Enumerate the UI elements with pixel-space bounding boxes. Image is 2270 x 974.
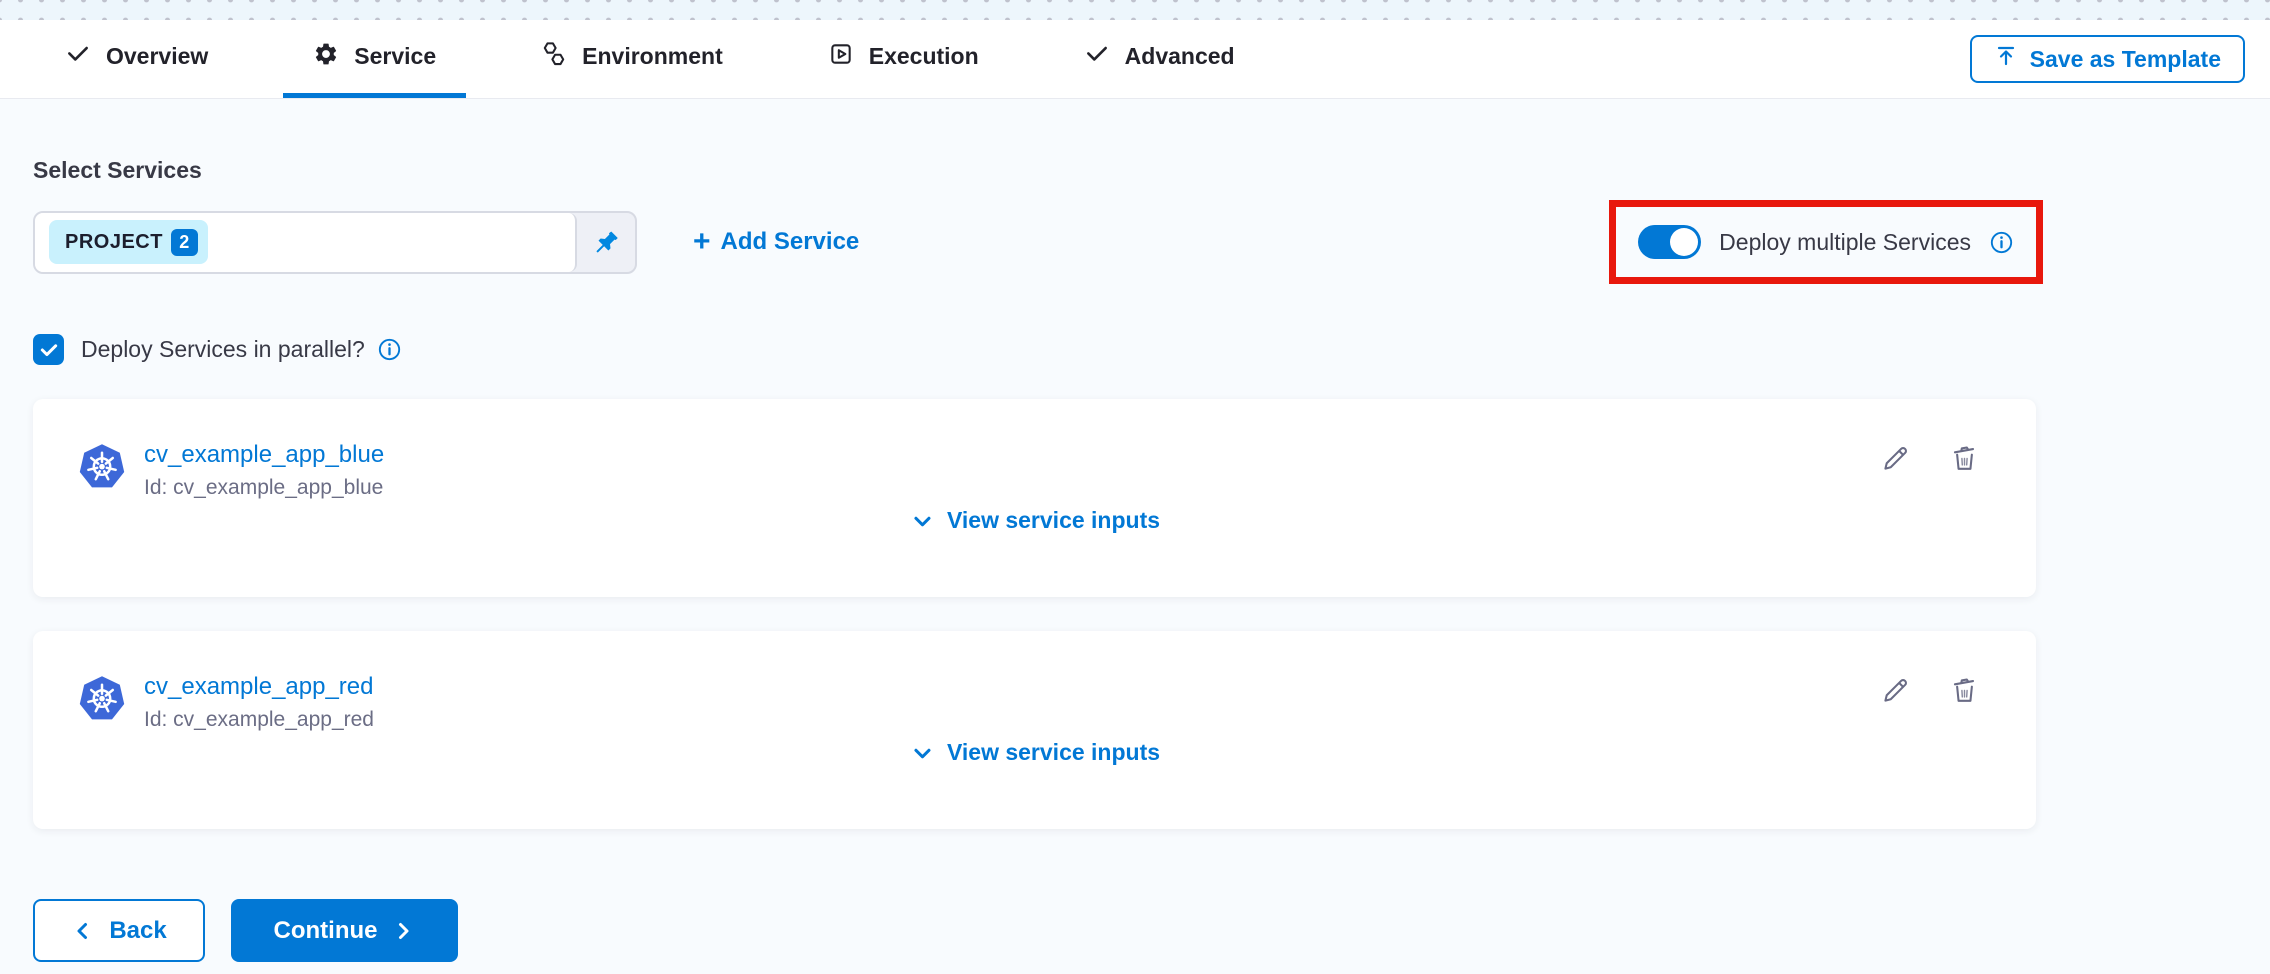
tab-overview[interactable]: Overview (35, 20, 238, 98)
view-service-inputs-expander[interactable]: View service inputs (909, 507, 1160, 534)
delete-service-button[interactable] (1949, 443, 1980, 474)
save-as-template-label: Save as Template (2030, 46, 2221, 73)
kubernetes-icon (78, 675, 126, 723)
chevron-right-icon (391, 919, 415, 943)
deploy-parallel-checkbox[interactable] (33, 334, 64, 365)
chevron-down-icon (909, 740, 935, 766)
trash-icon (1949, 443, 1980, 474)
deploy-multiple-services-toggle[interactable] (1638, 225, 1701, 259)
deploy-multiple-services-label: Deploy multiple Services (1719, 229, 1971, 256)
tab-service[interactable]: Service (283, 20, 466, 98)
service-name-link[interactable]: cv_example_app_blue (144, 441, 384, 470)
add-service-button[interactable]: + Add Service (693, 227, 859, 257)
pencil-icon (1880, 443, 1911, 474)
toggle-knob (1670, 228, 1698, 256)
view-inputs-label: View service inputs (947, 507, 1160, 534)
service-id: Id: cv_example_app_red (144, 708, 374, 732)
tag-name: PROJECT (65, 231, 163, 254)
info-icon[interactable] (1989, 230, 2014, 255)
edit-service-button[interactable] (1880, 443, 1911, 474)
edit-service-button[interactable] (1880, 675, 1911, 706)
deploy-parallel-label: Deploy Services in parallel? (81, 336, 365, 363)
project-services-tag[interactable]: PROJECT 2 (49, 220, 208, 264)
tab-environment[interactable]: Environment (511, 20, 753, 98)
play-square-icon (828, 41, 854, 73)
kubernetes-icon (78, 443, 126, 491)
check-icon (65, 41, 91, 73)
back-label: Back (109, 917, 166, 945)
continue-button[interactable]: Continue (231, 899, 458, 962)
tab-label: Service (354, 43, 436, 70)
service-card-actions (1880, 443, 1980, 474)
pipeline-canvas-strip (0, 0, 2270, 20)
service-card: cv_example_app_blue Id: cv_example_app_b… (33, 399, 2036, 597)
service-card-head: cv_example_app_blue Id: cv_example_app_b… (33, 399, 2036, 500)
info-icon[interactable] (377, 337, 402, 362)
tab-label: Environment (582, 43, 723, 70)
trash-icon (1949, 675, 1980, 706)
upload-icon (1994, 44, 2018, 74)
deploy-parallel-row: Deploy Services in parallel? (33, 334, 2023, 365)
service-card-head: cv_example_app_red Id: cv_example_app_re… (33, 631, 2036, 732)
view-inputs-label: View service inputs (947, 739, 1160, 766)
chevron-left-icon (71, 919, 95, 943)
service-card-actions (1880, 675, 1980, 706)
tab-advanced[interactable]: Advanced (1054, 20, 1265, 98)
back-button[interactable]: Back (33, 899, 205, 962)
stage-tabbar: Overview Service Environment Execution A… (0, 20, 2270, 99)
selected-services-area[interactable]: PROJECT 2 (35, 213, 577, 272)
save-as-template-button[interactable]: Save as Template (1970, 35, 2245, 83)
check-icon (1084, 41, 1110, 73)
tag-count-badge: 2 (171, 229, 198, 256)
footer-buttons: Back Continue (33, 899, 2023, 962)
hexagons-icon (541, 41, 567, 73)
view-service-inputs-expander[interactable]: View service inputs (909, 739, 1160, 766)
pencil-icon (1880, 675, 1911, 706)
pin-button[interactable] (577, 213, 635, 272)
continue-label: Continue (274, 917, 378, 945)
tab-label: Overview (106, 43, 208, 70)
delete-service-button[interactable] (1949, 675, 1980, 706)
service-card-texts: cv_example_app_red Id: cv_example_app_re… (144, 673, 374, 732)
tab-execution[interactable]: Execution (798, 20, 1009, 98)
plus-icon: + (693, 227, 711, 257)
check-icon (39, 340, 59, 360)
service-id: Id: cv_example_app_blue (144, 476, 384, 500)
red-annotation-rectangle: Deploy multiple Services (1609, 200, 2043, 284)
service-card-texts: cv_example_app_blue Id: cv_example_app_b… (144, 441, 384, 500)
service-card: cv_example_app_red Id: cv_example_app_re… (33, 631, 2036, 829)
pin-icon (591, 227, 621, 257)
service-name-link[interactable]: cv_example_app_red (144, 673, 374, 702)
select-services-label: Select Services (33, 157, 2023, 184)
add-service-label: Add Service (721, 228, 860, 256)
tab-label: Advanced (1125, 43, 1235, 70)
tab-label: Execution (869, 43, 979, 70)
chevron-down-icon (909, 508, 935, 534)
select-services-input[interactable]: PROJECT 2 (33, 211, 637, 274)
service-tab-content: Select Services PROJECT 2 + Add Service (0, 99, 2023, 962)
gear-icon (313, 41, 339, 73)
select-services-row: PROJECT 2 + Add Service Deploy multiple … (33, 200, 2023, 284)
